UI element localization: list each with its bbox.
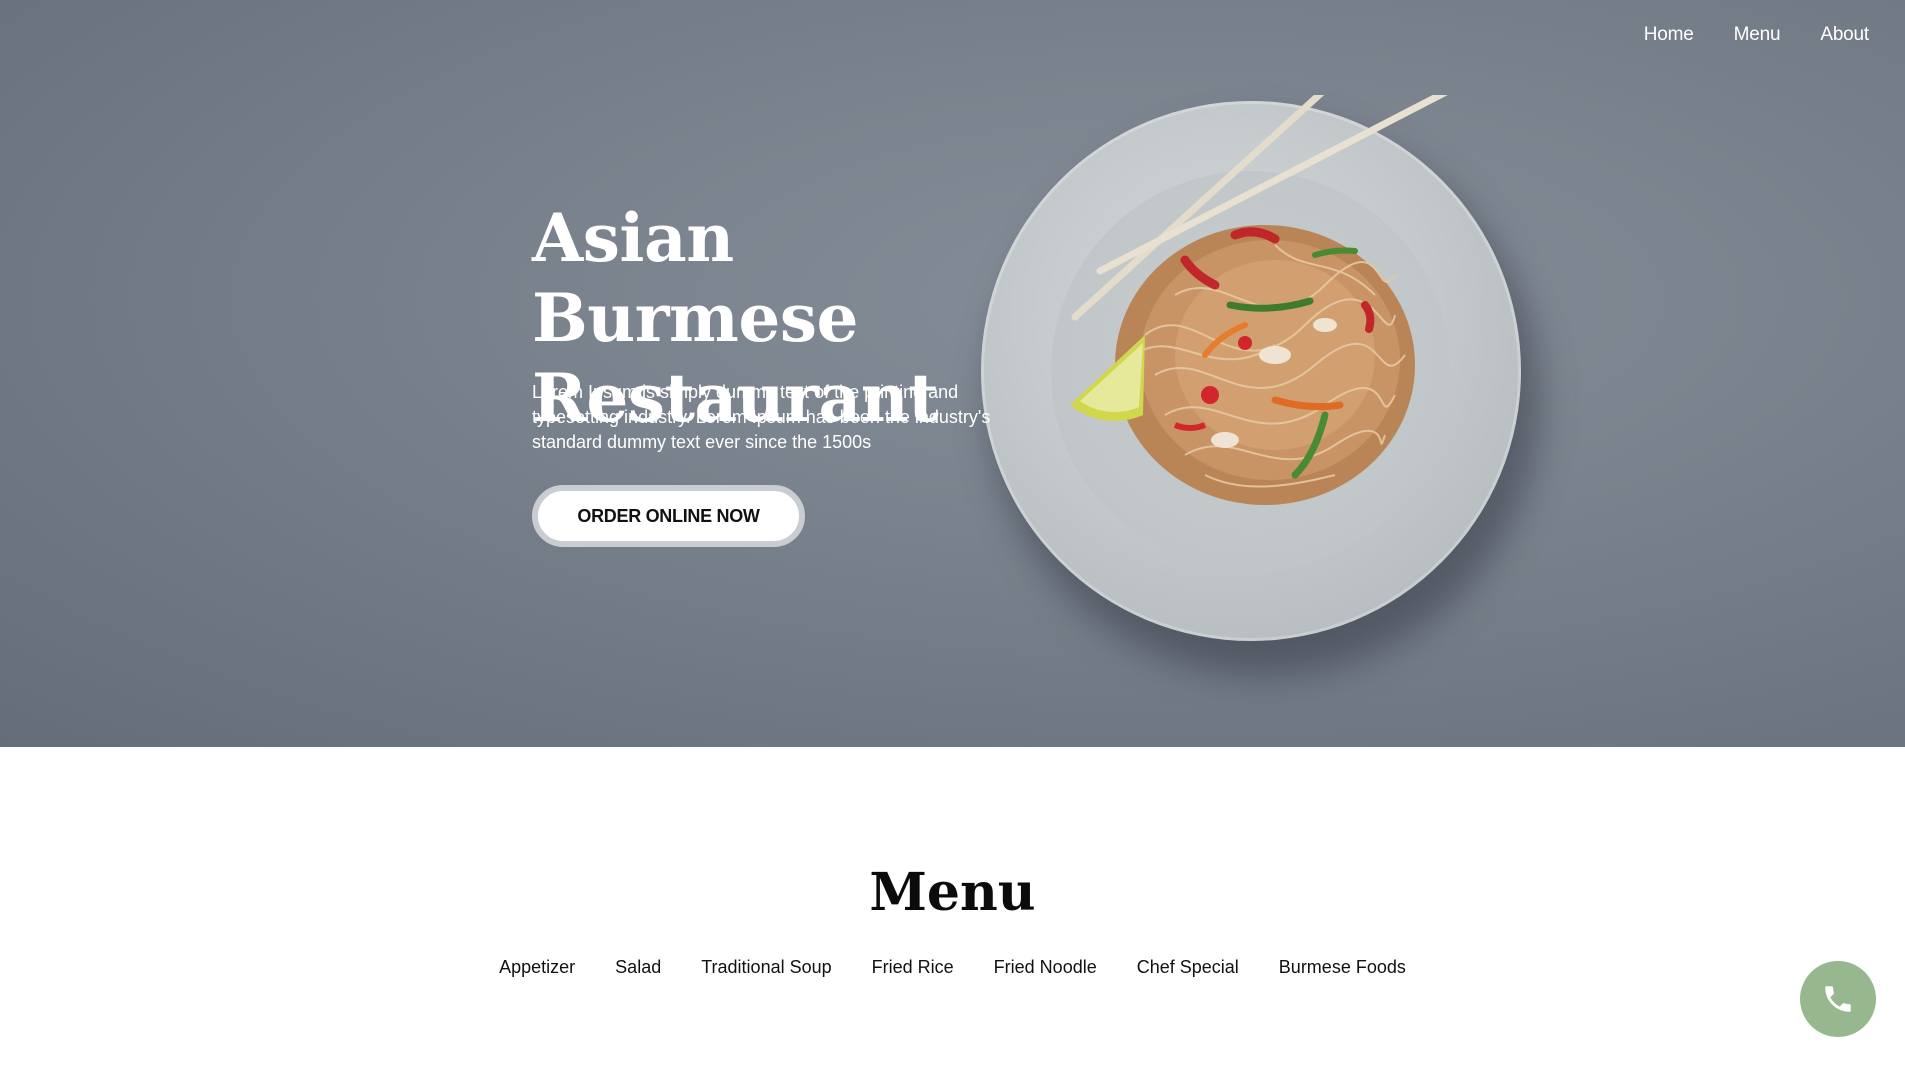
menu-tab-chef-special[interactable]: Chef Special — [1137, 957, 1239, 978]
call-phone-button[interactable] — [1800, 961, 1876, 1037]
hero-section: Home Menu About Asian Burmese Restaurant… — [0, 0, 1905, 747]
hero-description: Lorem Ipsum is simply dummy text of the … — [532, 382, 991, 452]
menu-tab-appetizer[interactable]: Appetizer — [499, 957, 575, 978]
menu-tab-fried-noodle[interactable]: Fried Noodle — [994, 957, 1097, 978]
menu-tab-burmese-foods[interactable]: Burmese Foods — [1279, 957, 1406, 978]
nav-menu-link[interactable]: Menu — [1734, 24, 1781, 46]
menu-category-tabs: Appetizer Salad Traditional Soup Fried R… — [0, 957, 1905, 978]
top-nav: Home Menu About — [1644, 24, 1869, 46]
nav-about-link[interactable]: About — [1820, 24, 1869, 46]
menu-tab-traditional-soup[interactable]: Traditional Soup — [701, 957, 831, 978]
order-online-button[interactable]: ORDER ONLINE NOW — [532, 485, 805, 547]
menu-section-title: Menu — [869, 862, 1036, 923]
nav-home-link[interactable]: Home — [1644, 24, 1694, 46]
noodles-illustration — [1070, 95, 1448, 505]
menu-tab-salad[interactable]: Salad — [615, 957, 661, 978]
menu-tab-fried-rice[interactable]: Fried Rice — [872, 957, 954, 978]
phone-icon — [1825, 986, 1851, 1012]
noodle-plate-image — [975, 95, 1540, 675]
